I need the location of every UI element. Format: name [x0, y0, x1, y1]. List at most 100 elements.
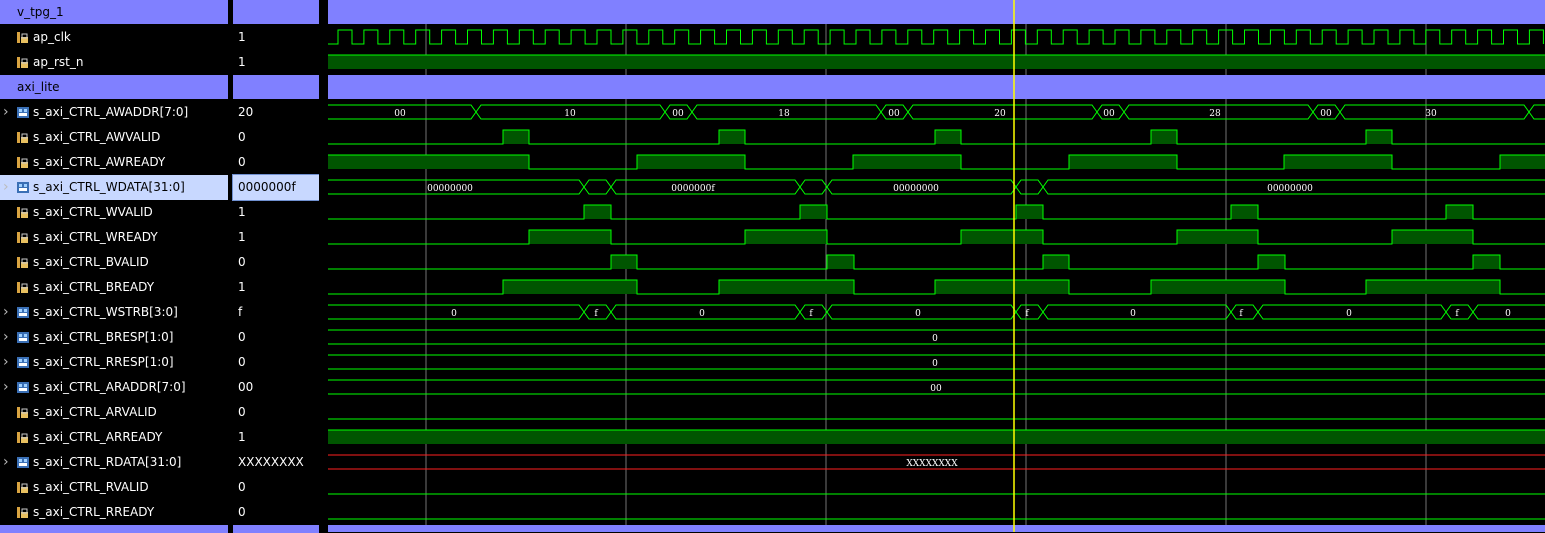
bus-signal-icon [17, 457, 29, 468]
group-band [328, 75, 1545, 99]
value-cell: f [233, 300, 319, 325]
signal-row-s-axi-ctrl-awready[interactable]: s_axi_CTRL_AWREADY [0, 150, 228, 175]
awready-fill [1284, 155, 1392, 169]
wready-fill [745, 230, 827, 244]
signal-value: 0 [238, 155, 246, 169]
awready-fill [1500, 155, 1545, 169]
signal-label: s_axi_CTRL_WREADY [33, 230, 158, 244]
group-row-axi-lite[interactable]: axi_lite [0, 75, 228, 99]
bit-signal-icon [17, 232, 29, 243]
signal-row-s-axi-ctrl-awaddr[interactable]: › s_axi_CTRL_AWADDR[7:0] [0, 100, 228, 125]
value-cell [233, 75, 319, 99]
wdata-segment [1015, 179, 1044, 195]
bvalid-fill [1473, 255, 1500, 269]
wstrb-value: f [594, 309, 598, 319]
chevron-right-icon[interactable]: › [3, 330, 13, 344]
signal-value: 0000000f [238, 180, 296, 194]
signal-value: 1 [238, 55, 246, 69]
wstrb-value: 0 [699, 309, 705, 319]
bus-signal-icon [17, 357, 29, 368]
awready-fill [328, 155, 529, 169]
signal-value: 0 [238, 405, 246, 419]
value-cell: 0 [233, 400, 319, 425]
value-cell: 0 [233, 125, 319, 150]
signal-row-ap-rst-n[interactable]: ap_rst_n [0, 50, 228, 75]
value-cell: 0 [233, 350, 319, 375]
signal-row-s-axi-ctrl-bvalid[interactable]: s_axi_CTRL_BVALID [0, 250, 228, 275]
arready-fill [328, 430, 1545, 444]
bit-signal-icon [17, 507, 29, 518]
awaddr-value: 20 [994, 109, 1006, 119]
signal-row-s-axi-ctrl-wvalid[interactable]: s_axi_CTRL_WVALID [0, 200, 228, 225]
signal-row-ap-clk[interactable]: ap_clk [0, 25, 228, 50]
bit-signal-icon [17, 157, 29, 168]
awvalid-fill [503, 130, 529, 144]
value-cell: XXXXXXXX [233, 450, 319, 475]
bresp-value: 0 [932, 334, 938, 344]
signal-value: 1 [238, 30, 246, 44]
group-label: v_tpg_1 [17, 5, 64, 19]
signal-row-s-axi-ctrl-rdata[interactable]: › s_axi_CTRL_RDATA[31:0] [0, 450, 228, 475]
bready-fill [1366, 280, 1500, 294]
signal-row-s-axi-ctrl-wdata[interactable]: › s_axi_CTRL_WDATA[31:0] [0, 175, 228, 200]
signal-label: s_axi_CTRL_RDATA[31:0] [33, 455, 182, 469]
rresp-value: 0 [932, 359, 938, 369]
awready-fill [1069, 155, 1177, 169]
signal-row-s-axi-ctrl-arvalid[interactable]: s_axi_CTRL_ARVALID [0, 400, 228, 425]
awaddr-segment [1528, 104, 1545, 120]
group-row-v-tpg-1[interactable]: v_tpg_1 [0, 0, 228, 24]
signal-label: s_axi_CTRL_BVALID [33, 255, 149, 269]
signal-value-panel: 1 1 20 0 0 0000000f 1 1 0 1 f 0 0 00 0 1 XXXXXXXX 0 0 [232, 0, 320, 533]
araddr-value: 00 [930, 384, 942, 394]
awaddr-value: 00 [888, 109, 900, 119]
wdata-value: 0000000f [671, 184, 715, 194]
value-cell: 1 [233, 275, 319, 300]
bvalid-fill [827, 255, 854, 269]
value-cell: 1 [233, 25, 319, 50]
waveform-canvas[interactable]: 00 10 00 18 00 20 00 28 00 3000000000 0000000f 0000… [328, 0, 1545, 532]
signal-row-s-axi-ctrl-rready[interactable]: s_axi_CTRL_RREADY [0, 500, 228, 525]
signal-row-s-axi-ctrl-wready[interactable]: s_axi_CTRL_WREADY [0, 225, 228, 250]
signal-row-s-axi-ctrl-rvalid[interactable]: s_axi_CTRL_RVALID [0, 475, 228, 500]
signal-row-s-axi-ctrl-wstrb[interactable]: › s_axi_CTRL_WSTRB[3:0] [0, 300, 228, 325]
signal-row-s-axi-ctrl-bresp[interactable]: › s_axi_CTRL_BRESP[1:0] [0, 325, 228, 350]
bready-fill [719, 280, 854, 294]
ap-clk-trace [328, 29, 1544, 45]
bit-signal-icon [17, 282, 29, 293]
signal-row-s-axi-ctrl-awvalid[interactable]: s_axi_CTRL_AWVALID [0, 125, 228, 150]
chevron-right-icon[interactable]: › [3, 305, 13, 319]
bready-fill [503, 280, 637, 294]
wstrb-value: 0 [915, 309, 921, 319]
chevron-right-icon[interactable]: › [3, 355, 13, 369]
chevron-right-icon[interactable]: › [3, 380, 13, 394]
signal-value: 1 [238, 205, 246, 219]
signal-label: s_axi_CTRL_ARREADY [33, 430, 163, 444]
awaddr-value: 18 [778, 109, 790, 119]
signal-row-s-axi-ctrl-rresp[interactable]: › s_axi_CTRL_RRESP[1:0] [0, 350, 228, 375]
awaddr-value: 28 [1209, 109, 1221, 119]
signal-value: 1 [238, 430, 246, 444]
signal-value: 0 [238, 130, 246, 144]
chevron-right-icon[interactable]: › [3, 105, 13, 119]
bus-signal-icon [17, 332, 29, 343]
signal-row-s-axi-ctrl-araddr[interactable]: › s_axi_CTRL_ARADDR[7:0] [0, 375, 228, 400]
wstrb-value: f [1239, 309, 1243, 319]
bus-signal-icon [17, 307, 29, 318]
signal-row-s-axi-ctrl-bready[interactable]: s_axi_CTRL_BREADY [0, 275, 228, 300]
bvalid-fill [611, 255, 637, 269]
wvalid-fill [1016, 205, 1043, 219]
wvalid-fill [800, 205, 827, 219]
chevron-right-icon[interactable]: › [3, 455, 13, 469]
panel-divider[interactable] [319, 0, 328, 532]
wstrb-segment [826, 304, 1017, 320]
chevron-right-icon[interactable]: › [3, 180, 13, 194]
signal-label: s_axi_CTRL_WSTRB[3:0] [33, 305, 178, 319]
signal-row-s-axi-ctrl-arready[interactable]: s_axi_CTRL_ARREADY [0, 425, 228, 450]
bvalid-trace [328, 254, 1545, 270]
bit-signal-icon [17, 207, 29, 218]
value-cell: 0 [233, 150, 319, 175]
value-cell: 0 [233, 500, 319, 525]
bready-fill [935, 280, 1069, 294]
signal-label: s_axi_CTRL_BRESP[1:0] [33, 330, 174, 344]
group-band [328, 525, 1545, 532]
